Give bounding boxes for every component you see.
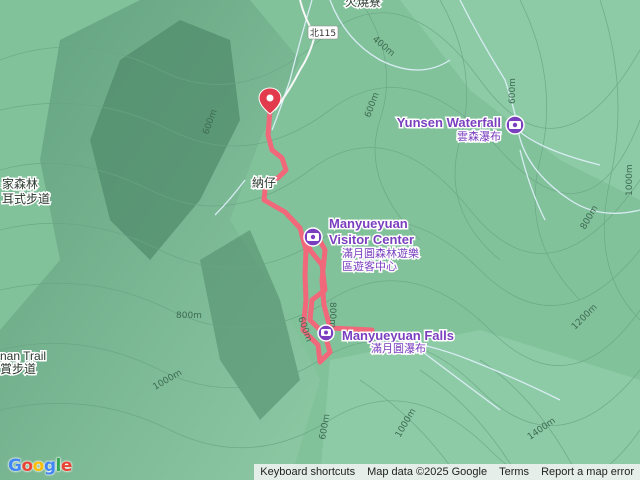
poi-yunsen-local: 雲森瀑布 (457, 129, 501, 143)
contour-label: 800m (327, 302, 337, 328)
poi-yunsen-name: Yunsen Waterfall (397, 115, 501, 130)
map-data-attribution: Map data ©2025 Google (367, 466, 488, 478)
poi-falls-local: 滿月圓瀑布 (371, 342, 426, 355)
google-logo[interactable]: Google (8, 456, 72, 476)
google-logo-letter: o (21, 456, 33, 476)
edge-label-trail: 耳式步道 (2, 192, 50, 206)
google-logo-letter: G (8, 456, 22, 476)
contour-label: 800m (176, 311, 202, 321)
poi-visitor-center-local-1: 滿月圓森林遊樂 (342, 246, 419, 260)
camera-icon (307, 233, 319, 241)
place-label-huoshaoliao: 火燒寮 (345, 0, 381, 9)
google-logo-letter: o (32, 456, 45, 476)
poi-visitor-center-local-2: 區遊客中心 (342, 259, 397, 273)
contour-label: 1000m (625, 164, 635, 196)
poi-visitor-center-name-1: Manyueyuan (329, 216, 408, 231)
edge-label-trail-en: nan Trail (0, 349, 46, 363)
camera-icon (321, 329, 331, 336)
contour-label: 600m (508, 78, 518, 104)
report-map-error-link[interactable]: Report a map error (535, 466, 640, 478)
google-logo-letter: g (43, 456, 56, 476)
place-label-nazai: 納仔 (252, 176, 276, 190)
road-shield: 北115 (307, 25, 339, 40)
edge-label-forest: 家森林 (2, 176, 38, 191)
map-canvas[interactable]: 400m 600m 600m 800m 800m 1000m 1000m 600… (0, 0, 640, 480)
google-logo-letter: e (60, 456, 73, 476)
camera-icon (509, 121, 521, 129)
map-footer: Keyboard shortcuts Map data ©2025 Google… (254, 464, 640, 480)
poi-falls-name: Manyueyuan Falls (342, 328, 454, 343)
terms-link[interactable]: Terms (493, 466, 535, 478)
keyboard-shortcuts-link[interactable]: Keyboard shortcuts (254, 466, 361, 478)
poi-visitor-center-name-2: Visitor Center (329, 232, 414, 247)
edge-label-trail-zh: 賞步道 (0, 362, 36, 376)
road-shield-label: 北115 (310, 28, 336, 39)
